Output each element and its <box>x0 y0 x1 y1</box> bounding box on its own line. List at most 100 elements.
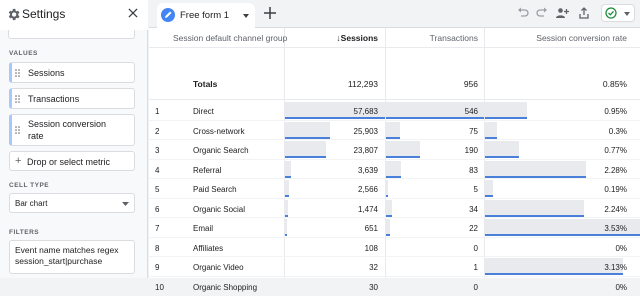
cell-bar-background <box>485 102 527 118</box>
cell-bar-background <box>285 161 291 177</box>
cell-bar-fill <box>386 137 400 139</box>
filter-chip[interactable]: Event name matches regex session_start|p… <box>9 240 135 274</box>
cell-bar-fill <box>285 195 289 197</box>
cell-bar-background <box>386 219 390 235</box>
cell-bar-fill <box>386 195 388 197</box>
collapsed-section-box <box>8 30 135 39</box>
cell-bar-background <box>285 200 288 216</box>
header-transactions[interactable]: Transactions <box>430 33 478 43</box>
table-row[interactable]: 1Direct57,6835460.95% <box>149 101 640 121</box>
table-row[interactable]: 5Paid Search2,56650.19% <box>149 179 640 199</box>
table-row[interactable]: 8Affiliates10800% <box>149 238 640 258</box>
row-number: 7 <box>155 224 159 233</box>
transactions-value: 546 <box>465 107 478 116</box>
exploration-canvas: Free form 1 <box>149 0 640 278</box>
add-user-icon[interactable] <box>555 6 569 20</box>
cell-bar-fill <box>285 156 326 158</box>
tab-free-form-1[interactable]: Free form 1 <box>157 3 255 28</box>
cell-bar-background <box>386 200 392 216</box>
share-icon[interactable] <box>577 6 591 20</box>
conversion-rate-value: 2.28% <box>604 166 627 175</box>
drop-metric-label: Drop or select metric <box>27 157 110 167</box>
redo-icon[interactable] <box>535 6 549 20</box>
drag-handle-icon[interactable] <box>15 69 20 77</box>
cell-bar-fill <box>386 117 484 119</box>
cell-bar-fill <box>285 176 291 178</box>
sessions-value: 2,566 <box>358 185 378 194</box>
status-menu-button[interactable] <box>601 4 635 22</box>
pencil-icon <box>161 8 175 22</box>
cell-bar-background <box>485 200 584 216</box>
table-row[interactable]: 6Organic Social1,474342.24% <box>149 199 640 219</box>
channel-name: Organic Shopping <box>193 283 257 292</box>
sessions-value: 108 <box>365 244 378 253</box>
row-number: 8 <box>155 244 159 253</box>
cell-bar-background <box>386 161 401 177</box>
table-row[interactable]: 10Organic Shopping3000% <box>149 277 640 296</box>
cell-bar-fill <box>285 234 287 236</box>
totals-transactions: 956 <box>464 79 478 89</box>
cell-bar-fill <box>485 176 586 178</box>
conversion-rate-value: 0.95% <box>604 107 627 116</box>
transactions-value: 83 <box>469 166 478 175</box>
cell-bar-background <box>485 141 519 157</box>
header-dimension[interactable]: Session default channel group <box>173 33 287 43</box>
cell-bar-fill <box>485 273 623 275</box>
conversion-rate-value: 0.77% <box>604 146 627 155</box>
cell-bar-fill <box>386 215 392 217</box>
channel-name: Paid Search <box>193 185 237 194</box>
table-row[interactable]: 2Cross-network25,903750.3% <box>149 121 640 141</box>
cell-bar-fill <box>285 117 385 119</box>
row-number: 9 <box>155 263 159 272</box>
close-icon[interactable] <box>126 6 140 20</box>
table-row[interactable]: 7Email651223.53% <box>149 218 640 238</box>
transactions-value: 34 <box>469 205 478 214</box>
conversion-rate-value: 0% <box>615 244 627 253</box>
channel-name: Organic Search <box>193 146 249 155</box>
cell-bar-background <box>386 122 400 138</box>
cell-bar-background <box>285 122 330 138</box>
metric-chip-session-conversion-rate[interactable]: Session conversion rate <box>9 114 135 146</box>
row-number: 3 <box>155 146 159 155</box>
table-row[interactable]: 4Referral3,639832.28% <box>149 160 640 180</box>
sessions-value: 1,474 <box>358 205 378 214</box>
channel-name: Organic Video <box>193 263 244 272</box>
totals-label: Totals <box>193 79 217 89</box>
settings-title: Settings <box>22 7 65 21</box>
metric-chip-sessions[interactable]: Sessions <box>9 62 135 83</box>
sessions-value: 25,903 <box>354 127 378 136</box>
settings-header: Settings <box>0 0 148 30</box>
table-row[interactable]: 9Organic Video3213.13% <box>149 257 640 277</box>
channel-name: Affiliates <box>193 244 223 253</box>
transactions-value: 190 <box>465 146 478 155</box>
cell-type-section-label: CELL TYPE <box>9 182 49 189</box>
table-row[interactable]: 3Organic Search23,8071900.77% <box>149 140 640 160</box>
drag-handle-icon[interactable] <box>15 95 20 103</box>
undo-icon[interactable] <box>516 6 530 20</box>
cell-type-select[interactable]: Bar chart <box>9 193 135 213</box>
cell-bar-fill <box>485 156 519 158</box>
filter-text-line1: Event name matches regex <box>15 245 129 256</box>
gear-icon <box>6 7 21 22</box>
conversion-rate-value: 3.53% <box>604 224 627 233</box>
conversion-rate-value: 2.24% <box>604 205 627 214</box>
header-session-conversion-rate[interactable]: Session conversion rate <box>536 33 627 43</box>
row-number: 2 <box>155 127 159 136</box>
totals-rate: 0.85% <box>603 79 627 89</box>
settings-panel: Settings VALUES Sessions Transactions Se… <box>0 0 148 278</box>
header-sessions[interactable]: ↓Sessions <box>336 33 378 43</box>
cell-bar-fill <box>485 215 584 217</box>
plus-icon[interactable] <box>263 6 277 20</box>
cell-bar-background <box>485 180 493 196</box>
sessions-value: 30 <box>369 283 378 292</box>
chevron-down-icon[interactable] <box>243 14 249 18</box>
filters-section-label: FILTERS <box>9 229 39 236</box>
drag-handle-icon[interactable] <box>15 126 20 134</box>
conversion-rate-value: 3.13% <box>604 263 627 272</box>
metric-chip-transactions[interactable]: Transactions <box>9 88 135 109</box>
drop-or-select-metric[interactable]: + Drop or select metric <box>9 151 135 171</box>
channel-name: Direct <box>193 107 214 116</box>
transactions-value: 5 <box>474 185 478 194</box>
cell-bar-background <box>485 258 623 274</box>
metric-label-line1: Session conversion <box>28 119 106 130</box>
